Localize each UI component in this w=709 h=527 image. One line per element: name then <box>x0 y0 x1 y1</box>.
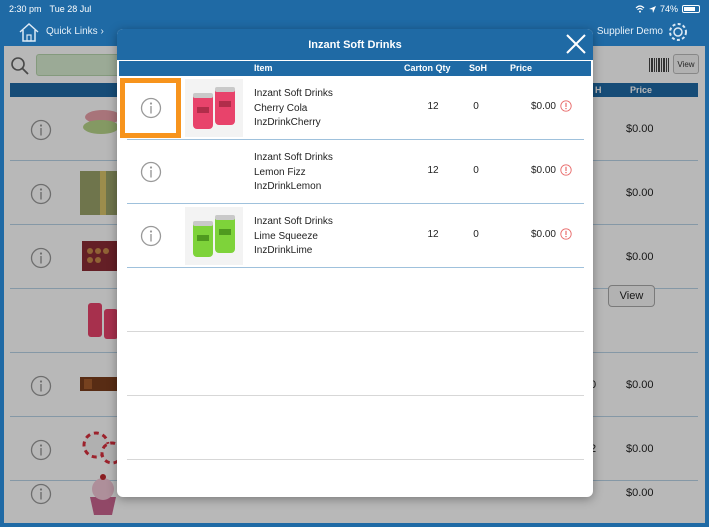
product-variants-modal: Inzant Soft Drinks Item Carton Qty SoH P… <box>117 29 593 497</box>
item-name: Inzant Soft Drinks <box>254 152 333 163</box>
location-icon <box>648 5 656 13</box>
price-value: $0.00 <box>530 101 556 112</box>
item-variant: Cherry Cola <box>254 102 308 114</box>
product-image-cherry-cola <box>185 79 243 137</box>
soh-value: 0 <box>473 229 479 240</box>
alert-icon[interactable] <box>560 164 572 176</box>
table-row[interactable]: Inzant Soft Drinks Cherry Cola InzDrinkC… <box>127 76 584 140</box>
carton-qty-value: 12 <box>427 165 439 176</box>
status-bar: 2:30 pm Tue 28 Jul 74% <box>0 0 709 18</box>
soh-value: 0 <box>473 101 479 112</box>
item-name: Inzant Soft Drinks <box>254 88 333 99</box>
item-variant: Lemon Fizz <box>254 166 306 178</box>
item-code: InzDrinkCherry <box>254 117 321 128</box>
column-item: Item <box>254 63 273 73</box>
product-image-lime-squeeze <box>185 207 243 265</box>
item-code: InzDrinkLime <box>254 245 313 256</box>
item-code: InzDrinkLemon <box>254 181 322 192</box>
home-icon[interactable] <box>18 21 40 43</box>
soh-value: 0 <box>473 165 479 176</box>
table-row[interactable]: Inzant Soft Drinks Lemon Fizz InzDrinkLe… <box>127 140 584 204</box>
price-value: $0.00 <box>530 229 556 240</box>
alert-icon[interactable] <box>560 228 572 240</box>
info-icon[interactable] <box>140 161 162 183</box>
carton-qty-value: 12 <box>427 101 439 112</box>
item-variant: Lime Squeeze <box>254 230 318 242</box>
empty-row <box>127 396 584 460</box>
close-icon[interactable] <box>565 33 587 55</box>
empty-row <box>127 332 584 396</box>
modal-title: Inzant Soft Drinks <box>117 29 593 60</box>
wifi-icon <box>635 5 645 13</box>
alert-icon[interactable] <box>560 100 572 112</box>
item-name: Inzant Soft Drinks <box>254 216 333 227</box>
empty-row <box>127 268 584 332</box>
column-carton-qty: Carton Qty <box>404 63 451 73</box>
table-row[interactable]: Inzant Soft Drinks Lime Squeeze InzDrink… <box>127 204 584 268</box>
quick-links-menu[interactable]: Quick Links › <box>46 26 104 37</box>
carton-qty-value: 12 <box>427 229 439 240</box>
battery-icon <box>682 5 700 13</box>
supplier-name: Supplier Demo <box>596 26 663 37</box>
info-icon[interactable] <box>140 225 162 247</box>
highlight-box <box>120 78 181 138</box>
status-date: Tue 28 Jul <box>49 4 92 14</box>
status-time: 2:30 pm <box>9 4 42 14</box>
column-soh: SoH <box>469 63 487 73</box>
price-value: $0.00 <box>530 165 556 176</box>
table-header: Item Carton Qty SoH Price <box>119 61 591 76</box>
column-price: Price <box>510 63 533 73</box>
gear-icon[interactable] <box>667 21 689 43</box>
battery-percent: 74% <box>659 4 678 14</box>
